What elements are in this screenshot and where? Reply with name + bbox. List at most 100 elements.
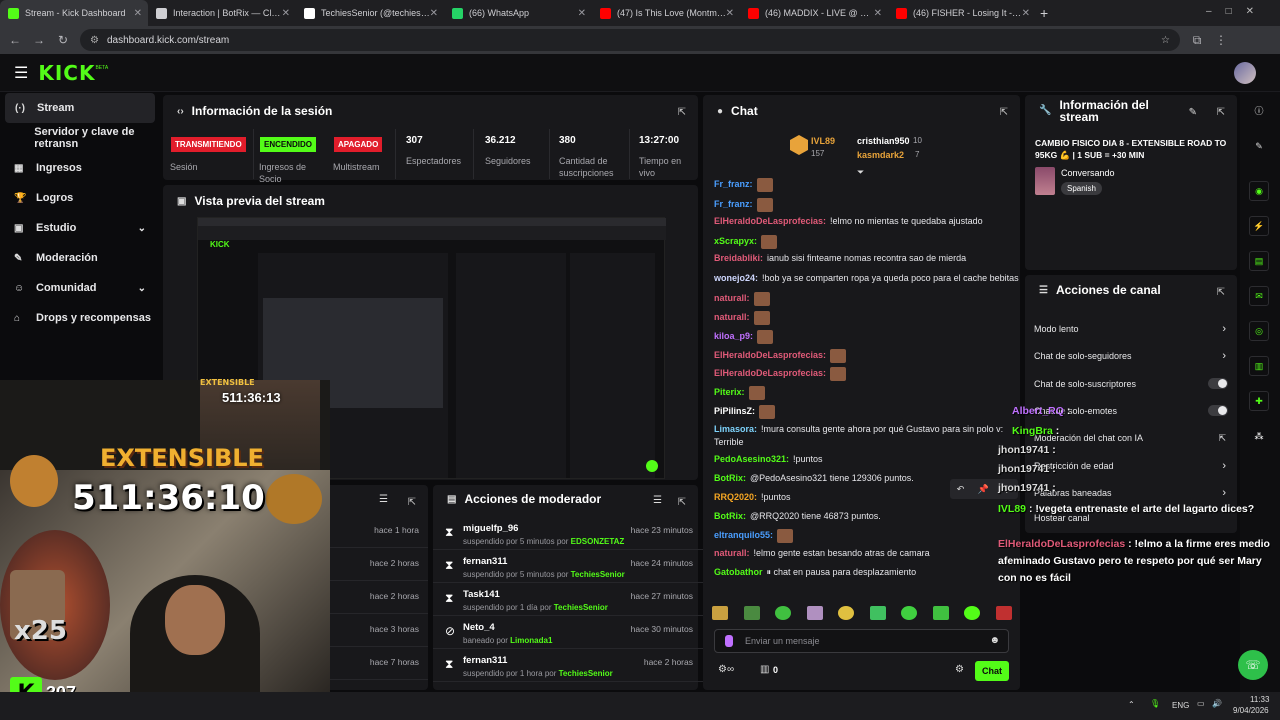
chat-username[interactable]: wonejo24: [714, 273, 758, 283]
chat-message[interactable]: wonejo24: !bob ya se comparten ropa ya qu… [714, 273, 1019, 283]
mod-action-row[interactable]: ⧗ Task141 suspendido por 1 día por Techies… [433, 583, 703, 616]
emote-icon[interactable] [901, 606, 918, 620]
points-icon[interactable]: ⚙∞ [718, 664, 734, 675]
chevron-down-icon[interactable]: ⌄ [138, 223, 146, 234]
apps-icon[interactable]: ⁂ [1249, 426, 1269, 446]
chat-username[interactable]: xScrapyx: [714, 236, 757, 246]
edit-icon[interactable]: ✎ [1189, 107, 1197, 118]
camera-icon[interactable]: ◉ [1249, 181, 1269, 201]
chat-message[interactable]: Piterix: [714, 386, 765, 400]
sidebar-item-stream[interactable]: (·) Stream [5, 93, 155, 123]
filter-icon[interactable]: ☰ [653, 495, 662, 506]
chat-message[interactable]: BotRix: @RRQ2020 tiene 46873 puntos. [714, 511, 881, 521]
chat-username[interactable]: BotRix: [714, 473, 746, 483]
popout-icon[interactable]: ⇱ [1217, 287, 1225, 298]
sidebar-item-moderación[interactable]: ✎ Moderación [0, 243, 160, 273]
chat-username[interactable]: Fr_franz: [714, 179, 753, 189]
chat-username[interactable]: PedoAsesino321: [714, 454, 789, 464]
emote-icon[interactable] [932, 606, 949, 620]
tools-icon[interactable]: ✚ [1249, 391, 1269, 411]
chat-message[interactable]: kiloa_p9: [714, 330, 774, 344]
browser-tab[interactable]: Interaction | BotRix — Cloud St✕ [148, 0, 296, 26]
extensions-icon[interactable]: ⧉ [1190, 33, 1204, 48]
mod-action-row[interactable]: ⧗ fernan311 suspendido por 5 minutos por T… [433, 550, 703, 583]
chat-message[interactable]: ElHeraldoDeLasprofecias: [714, 367, 847, 381]
forward-icon[interactable]: → [32, 33, 46, 47]
browser-tab[interactable]: TechiesSenior (@techiessenior_✕ [296, 0, 444, 26]
mod-action-row[interactable]: ⧗ miguelfp_96 suspendido por 5 minutos por… [433, 517, 703, 550]
close-tab-icon[interactable]: ✕ [134, 8, 142, 19]
channel-action-row[interactable]: Modo lento › [1034, 323, 1228, 338]
chat-message[interactable]: naturall: !elmo gente estan besando atras… [714, 548, 930, 558]
external-link-icon[interactable]: ⇱ [1218, 433, 1226, 444]
pin-arrow-icon[interactable]: ⏷ [857, 167, 864, 178]
reply-icon[interactable]: ↶ [957, 484, 965, 495]
close-tab-icon[interactable]: ✕ [874, 8, 882, 19]
site-info-icon[interactable]: ⚙ [90, 35, 99, 46]
chevron-down-icon[interactable]: ⌄ [138, 283, 146, 294]
chat-message[interactable]: Fr_franz: [714, 198, 773, 212]
popout-icon[interactable]: ⇱ [678, 107, 686, 118]
chat-username[interactable]: Gatobathor [714, 567, 763, 577]
emote-icon[interactable] [964, 606, 981, 620]
support-chat-button[interactable]: ☏ [1238, 650, 1268, 680]
chat-message[interactable]: xScrapyx: [714, 235, 778, 249]
chat-message[interactable]: ElHeraldoDeLasprofecias: !elmo no mientas… [714, 216, 983, 226]
channel-action-row[interactable]: Restricción de edad › [1034, 460, 1228, 475]
chat-username[interactable]: Breidabliki: [714, 253, 763, 263]
chevron-right-icon[interactable]: › [1222, 350, 1226, 362]
pin-icon[interactable]: 📌 [978, 484, 989, 495]
sidebar-item-logros[interactable]: 🏆 Logros [0, 183, 160, 213]
chevron-right-icon[interactable]: › [1222, 460, 1226, 472]
reload-icon[interactable]: ↻ [56, 33, 70, 47]
sidebar-item-estudio[interactable]: ▣ Estudio ⌄ [0, 213, 160, 243]
close-tab-icon[interactable]: ✕ [282, 8, 290, 19]
popout-icon[interactable]: ⇱ [678, 497, 686, 508]
toggle-switch[interactable] [1208, 405, 1228, 416]
leader-name[interactable]: cristhian950 [857, 136, 910, 146]
channel-action-row[interactable]: Chat de solo-seguidores › [1034, 350, 1228, 365]
popout-icon[interactable]: ⇱ [1217, 107, 1225, 118]
tray-chevron-icon[interactable]: ⌃ [1128, 700, 1135, 709]
clock-time[interactable]: 11:33 [1250, 695, 1269, 704]
channel-action-row[interactable]: Palabras baneadas › [1034, 487, 1228, 502]
chat-username[interactable]: Piterix: [714, 387, 745, 397]
close-tab-icon[interactable]: ✕ [430, 8, 438, 19]
toggle-switch[interactable] [1208, 378, 1228, 389]
browser-tab[interactable]: (46) FISHER - Losing It - En vivo✕ [888, 0, 1036, 26]
sidebar-item-comunidad[interactable]: ☺ Comunidad ⌄ [0, 273, 160, 303]
chat-username[interactable]: ElHeraldoDeLasprofecias: [714, 216, 826, 226]
doc-icon[interactable]: ▤ [1249, 251, 1269, 271]
chat-message[interactable]: Fr_franz: [714, 178, 773, 192]
back-icon[interactable]: ← [8, 33, 22, 47]
hamburger-menu-icon[interactable]: ☰ [14, 63, 28, 83]
volume-icon[interactable]: 🔊 [1212, 699, 1222, 708]
sidebar-item-servidor[interactable]: Servidor y clave de retransn [0, 123, 160, 153]
chat-message[interactable]: Limasora: !mura consulta gente ahora por … [714, 424, 1003, 434]
network-icon[interactable]: ▭ [1197, 699, 1205, 708]
mod-action-row[interactable]: ⧗ fernan311 suspendido por 1 hora por Tech… [433, 649, 703, 682]
chat-message[interactable]: PedoAsesino321: !puntos [714, 454, 823, 464]
broadcast-icon[interactable]: ◎ [1249, 321, 1269, 341]
new-tab-button[interactable]: + [1040, 5, 1048, 21]
kick-logo[interactable]: KICK [38, 61, 95, 85]
chat-username[interactable]: PiPilinsZ: [714, 406, 755, 416]
chat-settings-icon[interactable]: ⚙ [955, 664, 964, 675]
bookmark-star-icon[interactable]: ☆ [1161, 35, 1170, 46]
chat-bubble-icon[interactable]: ✉ [1249, 286, 1269, 306]
emote-icon[interactable] [712, 606, 728, 620]
popout-icon[interactable]: ⇱ [1000, 107, 1008, 118]
close-tab-icon[interactable]: ✕ [1022, 8, 1030, 19]
channel-action-row[interactable]: Chat de solo-suscriptores [1034, 378, 1228, 393]
chat-username[interactable]: naturall: [714, 312, 750, 322]
chat-username[interactable]: BotRix: [714, 511, 746, 521]
clock-date[interactable]: 9/04/2026 [1233, 706, 1269, 715]
chat-username[interactable]: naturall: [714, 548, 750, 558]
chat-message[interactable]: eltranquilo55: [714, 529, 794, 543]
emote-icon[interactable] [838, 606, 855, 620]
emote-icon[interactable] [869, 606, 886, 620]
filter-icon[interactable]: ☰ [379, 494, 388, 505]
emote-icon[interactable] [995, 606, 1012, 620]
emote-icon[interactable] [743, 606, 760, 620]
menu-icon[interactable]: ⋮ [1214, 33, 1228, 47]
